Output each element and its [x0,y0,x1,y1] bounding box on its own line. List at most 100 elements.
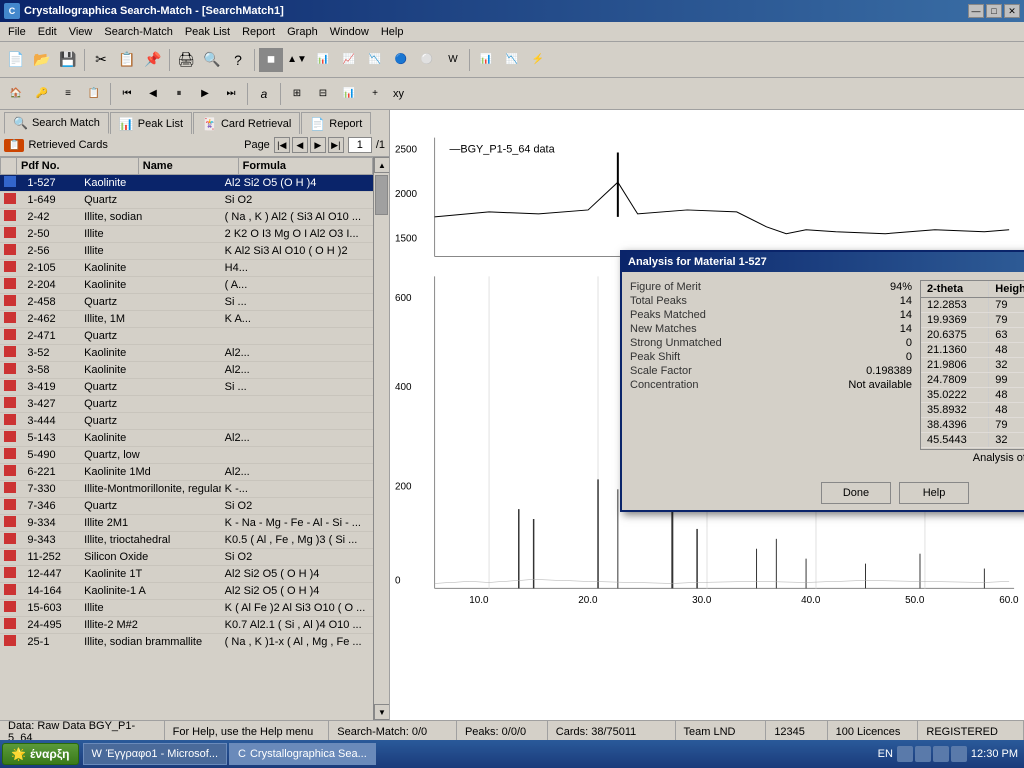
table-row[interactable]: 12-447 Kaolinite 1T Al2 Si2 O5 ( O H )4 [0,566,373,583]
toolbar-b2[interactable]: ▲▼ [285,48,309,72]
table-row[interactable]: 2-105 Kaolinite H4... [0,260,373,277]
menu-report[interactable]: Report [236,24,281,40]
gt-stop[interactable]: ⏸ [167,82,191,106]
scrollbar[interactable]: ▲ ▼ [373,157,389,720]
toolbar-save[interactable]: 💾 [56,48,80,72]
table-row[interactable]: 3-427 Quartz [0,396,373,413]
table-row[interactable]: 3-52 Kaolinite Al2... [0,345,373,362]
table-row[interactable]: 24-495 Illite-2 M#2 K0.7 Al2.1 ( Si , Al… [0,617,373,634]
prev-page-btn[interactable]: ◀ [292,137,308,153]
table-row[interactable]: 2-204 Kaolinite ( A... [0,277,373,294]
table-row[interactable]: 1-649 Quartz Si O2 [0,192,373,209]
start-button[interactable]: 🌟 έναρξη [2,743,79,765]
toolbar-b4[interactable]: 📈 [337,48,361,72]
tab-report[interactable]: 📄 Report [301,112,371,134]
toolbar-cut[interactable]: ✂ [89,48,113,72]
gt-btn1[interactable]: 🏠 [4,82,28,106]
done-button[interactable]: Done [821,482,891,504]
table-row[interactable]: 14-164 Kaolinite-1 A Al2 Si2 O5 ( O H )4 [0,583,373,600]
table-row[interactable]: 9-334 Illite 2M1 K - Na - Mg - Fe - Al -… [0,515,373,532]
toolbar-print[interactable]: 🖨 [174,48,198,72]
table-row[interactable]: 2-471 Quartz [0,328,373,345]
gt-italic[interactable]: a [252,82,276,106]
table-row[interactable]: 15-603 Illite K ( Al Fe )2 Al Si3 O10 ( … [0,600,373,617]
tab-card-retrieval[interactable]: 🃏 Card Retrieval [193,112,300,134]
table-row[interactable]: 7-330 Illite-Montmorillonite, regular K … [0,481,373,498]
minimize-button[interactable]: — [968,4,984,18]
tab-search-match[interactable]: 🔍 Search Match [4,112,109,134]
menu-search-match[interactable]: Search-Match [98,24,178,40]
gt-b2[interactable]: 📊 [337,82,361,106]
col-pdf[interactable]: Pdf No. [17,158,139,175]
menu-help[interactable]: Help [375,24,410,40]
table-row[interactable]: 3-58 Kaolinite Al2... [0,362,373,379]
toolbar-help[interactable]: ? [226,48,250,72]
row-pdf: 15-603 [23,600,80,617]
list-item: 19.9369 79 Yes [921,313,1024,328]
table-row[interactable]: 1-527 Kaolinite Al2 Si2 O5 (O H )4 [0,175,373,192]
tab-peak-list[interactable]: 📊 Peak List [110,112,192,134]
taskbar-crystallographica[interactable]: C Crystallographica Sea... [229,743,376,765]
table-row[interactable]: 2-56 Illite K Al2 Si3 Al O10 ( O H )2 [0,243,373,260]
gt-prev[interactable]: ◀ [141,82,165,106]
page-input[interactable] [348,137,372,153]
gt-b1[interactable]: ⊟ [311,82,335,106]
toolbar-b1[interactable]: ◼ [259,48,283,72]
gt-btn2[interactable]: 🔑 [30,82,54,106]
toolbar-new[interactable]: 📄 [4,48,28,72]
menu-edit[interactable]: Edit [32,24,63,40]
close-button[interactable]: ✕ [1004,4,1020,18]
table-row[interactable]: 11-252 Silicon Oxide Si O2 [0,549,373,566]
table-row[interactable]: 5-143 Kaolinite Al2... [0,430,373,447]
help-button[interactable]: Help [899,482,969,504]
menu-graph[interactable]: Graph [281,24,324,40]
menu-view[interactable]: View [63,24,99,40]
gt-prev-prev[interactable]: ⏮ [115,82,139,106]
table-row[interactable]: 2-462 Illite, 1M K A... [0,311,373,328]
toolbar-b3[interactable]: 📊 [311,48,335,72]
toolbar-b10[interactable]: 📉 [500,48,524,72]
toolbar-copy[interactable]: 📋 [115,48,139,72]
table-row[interactable]: 3-419 Quartz Si ... [0,379,373,396]
scroll-up[interactable]: ▲ [374,157,389,173]
first-page-btn[interactable]: |◀ [274,137,290,153]
gt-grid[interactable]: ⊞ [285,82,309,106]
taskbar-word[interactable]: W Έγγραφο1 - Microsof... [83,743,228,765]
menu-window[interactable]: Window [324,24,375,40]
table-row[interactable]: 3-444 Quartz [0,413,373,430]
scroll-down[interactable]: ▼ [374,704,389,720]
row-icon-cell [0,328,23,345]
toolbar-b8[interactable]: W [441,48,465,72]
toolbar-paste[interactable]: 📌 [141,48,165,72]
toolbar-b5[interactable]: 📉 [363,48,387,72]
next-page-btn[interactable]: ▶ [310,137,326,153]
last-page-btn[interactable]: ▶| [328,137,344,153]
col-name[interactable]: Name [138,158,238,175]
gt-next[interactable]: ▶ [193,82,217,106]
gt-b3[interactable]: + [363,82,387,106]
table-row[interactable]: 2-42 Illite, sodian ( Na , K ) Al2 ( Si3… [0,209,373,226]
gt-btn4[interactable]: 📋 [82,82,106,106]
table-row[interactable]: 25-1 Illite, sodian brammallite ( Na , K… [0,634,373,651]
gt-btn3[interactable]: ≡ [56,82,80,106]
menu-peak-list[interactable]: Peak List [179,24,236,40]
table-row[interactable]: 2-50 Illite 2 K2 O I3 Mg O I Al2 O3 I... [0,226,373,243]
scroll-thumb[interactable] [375,175,388,215]
toolbar-open[interactable]: 📂 [30,48,54,72]
gt-next-next[interactable]: ⏭ [219,82,243,106]
table-row[interactable]: 2-458 Quartz Si ... [0,294,373,311]
toolbar-b6[interactable]: 🔵 [389,48,413,72]
svg-text:400: 400 [395,382,412,393]
row-formula: Si O2 [221,498,373,515]
toolbar-b9[interactable]: 📊 [474,48,498,72]
menu-file[interactable]: File [2,24,32,40]
table-row[interactable]: 9-343 Illite, trioctahedral K0.5 ( Al , … [0,532,373,549]
col-formula[interactable]: Formula [238,158,372,175]
toolbar-search[interactable]: 🔍 [200,48,224,72]
toolbar-b11[interactable]: ⚡ [526,48,550,72]
maximize-button[interactable]: □ [986,4,1002,18]
table-row[interactable]: 7-346 Quartz Si O2 [0,498,373,515]
table-row[interactable]: 5-490 Quartz, low [0,447,373,464]
toolbar-b7[interactable]: ⚪ [415,48,439,72]
table-row[interactable]: 6-221 Kaolinite 1Md Al2... [0,464,373,481]
